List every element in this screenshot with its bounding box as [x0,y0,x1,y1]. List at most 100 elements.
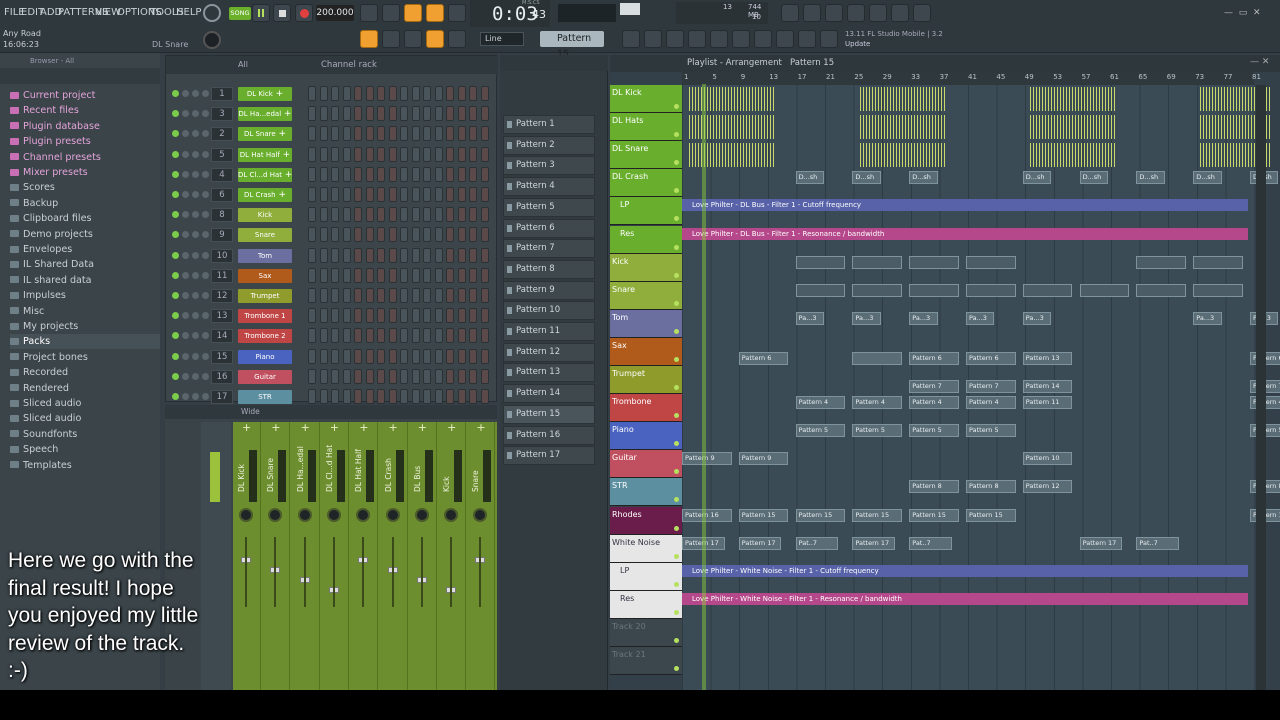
playlist-track-header[interactable]: STR [610,478,682,507]
pattern-clip[interactable]: Pattern 5 [852,424,903,438]
channel-name-button[interactable]: Snare [238,228,292,243]
pattern-clip[interactable]: Pattern 5 [966,424,1016,438]
arrow-down-icon[interactable] [404,30,422,48]
record-button[interactable] [295,4,313,22]
pattern-item[interactable]: Pattern 1 [503,115,595,134]
channel-name-button[interactable]: STR [238,390,292,404]
pattern-clip[interactable]: Pattern 17 [738,536,782,550]
ruler-bar-number[interactable]: 21 [826,73,835,81]
channel-mixer-target[interactable]: 3 [211,107,233,122]
pattern-clip[interactable]: Pattern 6 [738,351,789,365]
pattern-clip[interactable] [795,255,846,269]
step-sequencer[interactable] [308,207,493,223]
ruler-bar-number[interactable]: 73 [1195,73,1204,81]
track-mute-led[interactable] [674,666,679,671]
step-sequencer[interactable] [308,267,493,284]
channel-name-button[interactable]: DL Hat Half + [238,147,292,162]
piano-roll-icon[interactable] [644,30,662,48]
pause-button[interactable] [252,4,270,22]
pattern-clip[interactable]: Pattern 5 [795,424,846,438]
mic-icon[interactable] [825,4,843,22]
playlist-scrollbar[interactable] [1256,85,1266,690]
pattern-clip[interactable]: D...sh [1193,171,1222,185]
pattern-item[interactable]: Pattern 16 [503,425,595,445]
pattern-clip[interactable]: Pa...3 [1193,311,1222,325]
pattern-clip[interactable]: D...sh [1022,171,1052,185]
chat-icon[interactable] [913,4,931,22]
pattern-item[interactable]: Pattern 7 [503,239,595,259]
pattern-clip[interactable]: Pattern 7 [966,380,1016,393]
pattern-clip[interactable]: Pattern 15 [738,508,789,522]
mixer-insert[interactable]: + Kick [438,421,467,690]
blend-notes-button[interactable] [426,4,444,22]
pattern-clip[interactable]: Pat..7 [795,536,839,550]
pattern-clip[interactable]: D...sh [1079,171,1108,185]
channel-controls[interactable] [172,292,210,300]
channel-mixer-target[interactable]: 13 [211,309,233,324]
channel-row[interactable]: 16 Guitar [166,367,498,387]
channel-name-button[interactable]: DL Crash + [238,188,292,202]
channel-mixer-target[interactable]: 11 [211,268,233,283]
step-sequencer[interactable] [308,308,493,324]
drum-pattern-clip[interactable] [1029,143,1116,168]
master-volume-knob[interactable] [203,4,221,22]
track-mute-led[interactable] [674,581,679,587]
channel-row[interactable]: 13 Trombone 1 [166,306,498,326]
channel-controls[interactable] [172,170,210,179]
channel-name-button[interactable]: Piano [238,349,292,364]
playlist-track-header[interactable]: Trombone [610,394,682,423]
insert-pan-knob[interactable] [356,508,371,522]
browser-item[interactable]: Plugin database [10,119,100,134]
pattern-selector[interactable]: Pattern 15 [540,31,604,60]
cut-icon[interactable] [803,4,821,22]
ruler-bar-number[interactable]: 57 [1082,73,1091,81]
pattern-clip[interactable] [1022,283,1073,297]
pattern-clip[interactable]: Pattern 4 [966,396,1016,410]
pattern-item[interactable]: Pattern 2 [503,135,595,155]
pattern-clip[interactable] [852,351,903,365]
track-mute-led[interactable] [674,216,679,222]
browser-item[interactable]: Channel presets [10,150,101,165]
pattern-item[interactable]: Pattern 13 [503,363,595,383]
song-mode-toggle[interactable]: SONG [229,7,251,20]
pattern-clip[interactable]: Pattern 16 [682,508,732,522]
step-sequencer[interactable] [308,247,493,264]
insert-pan-knob[interactable] [326,508,341,522]
track-mute-led[interactable] [674,441,679,447]
pattern-clip[interactable]: Pa...3 [1022,311,1052,325]
news-update-link[interactable]: Update [845,40,870,48]
channel-controls[interactable] [172,110,210,118]
track-mute-led[interactable] [674,188,679,194]
ruler-bar-number[interactable]: 77 [1224,73,1233,81]
pattern-clip[interactable]: Pattern 13 [1022,351,1073,365]
browser-item[interactable]: Misc [10,304,44,319]
playlist-track-header[interactable]: Tom [610,309,682,338]
playlist-track-header[interactable]: DL Snare [610,141,682,170]
channel-controls[interactable] [172,191,210,199]
track-mute-led[interactable] [674,132,679,138]
playlist-close-icon[interactable]: — ✕ [1250,57,1269,67]
pattern-item[interactable]: Pattern 10 [503,301,595,321]
wait-for-input-button[interactable] [382,4,400,22]
channel-name-button[interactable]: Kick [238,208,292,223]
playlist-track-header[interactable]: Guitar [610,450,682,479]
browser-item[interactable]: Demo projects [10,227,93,242]
pattern-clip[interactable] [852,255,903,269]
link-icon[interactable] [426,30,444,48]
channel-mixer-target[interactable]: 5 [211,147,233,162]
ruler-bar-number[interactable]: 69 [1167,73,1176,81]
tempo-display[interactable]: 200.000 [316,5,354,21]
browser-item[interactable]: Sliced audio [10,411,81,426]
step-sequencer[interactable] [308,146,493,163]
step-sequencer[interactable] [308,126,493,142]
playlist-track-header[interactable]: Trumpet [610,366,682,394]
insert-pan-knob[interactable] [385,508,400,522]
pattern-clip[interactable]: Pattern 7 [909,380,959,393]
channel-controls[interactable] [172,352,210,361]
plug-icon[interactable] [754,30,772,48]
ruler-bar-number[interactable]: 81 [1252,73,1261,81]
playlist-track-header[interactable]: DL Hats [610,113,682,142]
channel-mixer-target[interactable]: 15 [211,349,233,364]
ruler-bar-number[interactable]: 29 [883,73,892,81]
pattern-clip[interactable] [966,283,1016,297]
